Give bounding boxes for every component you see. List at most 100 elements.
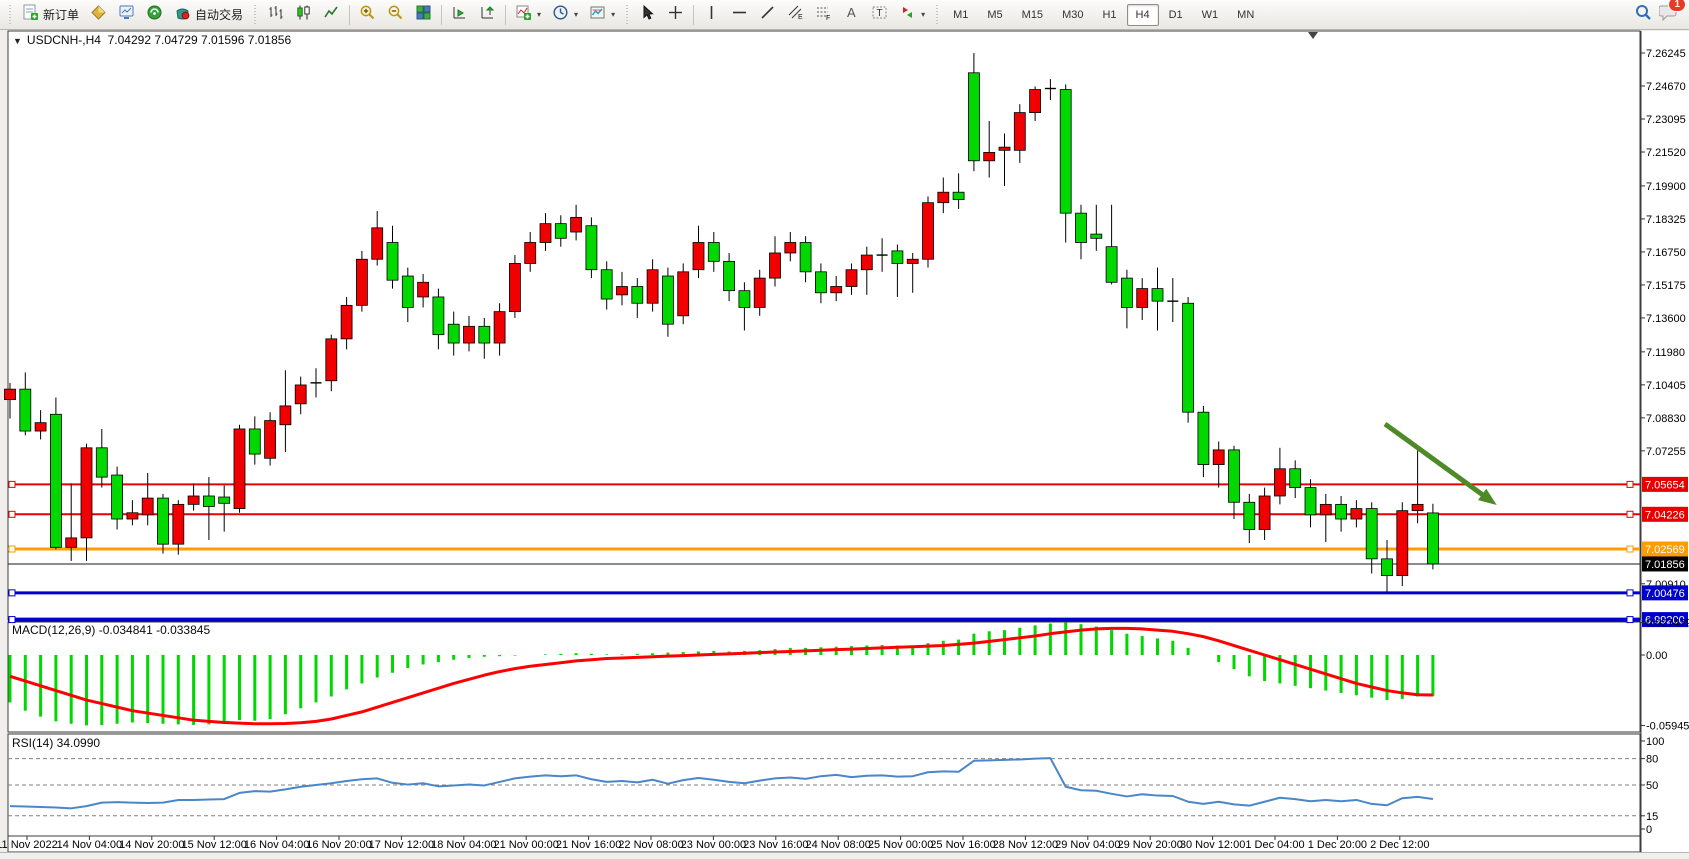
svg-text:7.00476: 7.00476 bbox=[1645, 588, 1685, 600]
candle-body bbox=[1091, 234, 1102, 238]
timeframe-button-M15[interactable]: M15 bbox=[1013, 4, 1052, 26]
auto-scroll-button[interactable] bbox=[474, 3, 501, 27]
timeframe-button-M30[interactable]: M30 bbox=[1053, 4, 1092, 26]
cursor-button[interactable] bbox=[634, 3, 661, 27]
candle-body bbox=[984, 152, 995, 160]
svg-text:24 Nov 08:00: 24 Nov 08:00 bbox=[805, 839, 870, 851]
line-handle[interactable] bbox=[1627, 511, 1633, 517]
candle-body bbox=[356, 259, 367, 305]
line-handle[interactable] bbox=[1627, 481, 1633, 487]
new-order-button[interactable]: 新订单 bbox=[17, 3, 84, 27]
timeframe-button-W1[interactable]: W1 bbox=[1193, 4, 1228, 26]
candle-body bbox=[861, 255, 872, 270]
line-handle[interactable] bbox=[1627, 590, 1633, 596]
new-order-icon bbox=[22, 4, 39, 26]
line-handle[interactable] bbox=[9, 546, 15, 552]
candlestick-chart-button[interactable] bbox=[290, 3, 317, 27]
arrows-button[interactable]: ▾ bbox=[894, 3, 930, 27]
timeframe-button-MN[interactable]: MN bbox=[1228, 4, 1263, 26]
toolbar-grip[interactable] bbox=[252, 5, 258, 25]
svg-text:7.23095: 7.23095 bbox=[1646, 114, 1686, 126]
candle-body bbox=[66, 538, 77, 547]
chart-canvas[interactable]: 7.262457.246707.230957.215207.199007.183… bbox=[0, 0, 1689, 859]
toolbar-grip[interactable] bbox=[934, 5, 940, 25]
chart-shift-icon bbox=[451, 4, 468, 26]
horizontal-line-button[interactable] bbox=[726, 3, 753, 27]
candle-body bbox=[724, 261, 735, 290]
time-axis[interactable]: 11 Nov 202214 Nov 04:0014 Nov 20:0015 No… bbox=[0, 836, 1429, 851]
timeframe-button-H4[interactable]: H4 bbox=[1127, 4, 1159, 26]
candle-body bbox=[1198, 412, 1209, 464]
candle-body bbox=[280, 406, 291, 425]
zoom-in-button[interactable] bbox=[354, 3, 381, 27]
price-badge: 7.04226 bbox=[1642, 507, 1688, 522]
svg-text:7.24670: 7.24670 bbox=[1646, 81, 1686, 93]
periods-button[interactable]: ▾ bbox=[547, 3, 583, 27]
search-icon[interactable] bbox=[1634, 3, 1653, 27]
bar-chart-icon bbox=[267, 4, 284, 26]
text-button[interactable]: A bbox=[838, 3, 865, 27]
zoom-out-button[interactable] bbox=[382, 3, 409, 27]
candle-body bbox=[846, 270, 857, 287]
crosshair-button[interactable] bbox=[662, 3, 689, 27]
timeframe-button-M5[interactable]: M5 bbox=[978, 4, 1011, 26]
timeframe-group: M1M5M15M30H1H4D1W1MN bbox=[944, 4, 1263, 26]
line-chart-icon bbox=[323, 4, 340, 26]
price-badge: 7.00476 bbox=[1642, 585, 1688, 600]
crosshair-icon bbox=[667, 4, 684, 26]
tile-windows-icon bbox=[415, 4, 432, 26]
chart-shift-button[interactable] bbox=[446, 3, 473, 27]
svg-text:16 Nov 04:00: 16 Nov 04:00 bbox=[244, 839, 309, 851]
main-pane[interactable] bbox=[8, 31, 1640, 620]
tile-windows-button[interactable] bbox=[410, 3, 437, 27]
candle-body bbox=[1351, 509, 1362, 519]
equidistant-channel-button[interactable]: E bbox=[782, 3, 809, 27]
timeframe-button-H1[interactable]: H1 bbox=[1093, 4, 1125, 26]
navigator-button[interactable] bbox=[141, 3, 168, 27]
candle-body bbox=[295, 385, 306, 404]
auto-scroll-icon bbox=[479, 4, 496, 26]
bar-chart-button[interactable] bbox=[262, 3, 289, 27]
collapse-caret-icon[interactable]: ▼ bbox=[13, 36, 22, 46]
text-label-button[interactable]: T bbox=[866, 3, 893, 27]
toolbar-right: 1 bbox=[1634, 3, 1685, 27]
notification-badge: 1 bbox=[1668, 0, 1686, 12]
macd-pane[interactable] bbox=[8, 622, 1640, 732]
line-handle[interactable] bbox=[9, 590, 15, 596]
svg-text:25 Nov 00:00: 25 Nov 00:00 bbox=[868, 839, 933, 851]
fibonacci-button[interactable]: F bbox=[810, 3, 837, 27]
toolbar-grip[interactable] bbox=[624, 5, 630, 25]
line-handle[interactable] bbox=[1627, 617, 1633, 623]
svg-text:7.01856: 7.01856 bbox=[1645, 559, 1685, 571]
trend-line-button[interactable] bbox=[754, 3, 781, 27]
candle-body bbox=[1106, 247, 1117, 283]
candle-body bbox=[158, 498, 169, 544]
line-handle[interactable] bbox=[9, 617, 15, 623]
templates-button[interactable]: ▾ bbox=[584, 3, 620, 27]
line-handle[interactable] bbox=[1627, 546, 1633, 552]
vertical-line-button[interactable] bbox=[698, 3, 725, 27]
svg-text:17 Nov 12:00: 17 Nov 12:00 bbox=[369, 839, 434, 851]
candle-body bbox=[1427, 513, 1438, 564]
market-watch-button[interactable] bbox=[113, 3, 140, 27]
candle-body bbox=[708, 242, 719, 261]
line-handle[interactable] bbox=[9, 511, 15, 517]
toolbar-grip[interactable] bbox=[7, 5, 13, 25]
svg-text:0.027479: 0.027479 bbox=[1646, 617, 1689, 629]
svg-text:100: 100 bbox=[1646, 736, 1664, 748]
line-handle[interactable] bbox=[9, 481, 15, 487]
autotrade-button[interactable]: 自动交易 bbox=[169, 3, 248, 27]
candle-body bbox=[647, 270, 658, 304]
svg-text:0: 0 bbox=[1646, 824, 1652, 836]
timeframe-button-M1[interactable]: M1 bbox=[944, 4, 977, 26]
svg-text:E: E bbox=[798, 14, 803, 21]
line-chart-button[interactable] bbox=[318, 3, 345, 27]
timeframe-button-D1[interactable]: D1 bbox=[1160, 4, 1192, 26]
text-icon: A bbox=[843, 4, 860, 26]
add-indicator-button[interactable]: ▾ bbox=[510, 3, 546, 27]
svg-text:2 Dec 12:00: 2 Dec 12:00 bbox=[1370, 839, 1429, 851]
editor-button[interactable] bbox=[85, 3, 112, 27]
rsi-indicator-label: RSI(14) 34.0990 bbox=[12, 736, 100, 750]
svg-text:23 Nov 00:00: 23 Nov 00:00 bbox=[681, 839, 746, 851]
notifications-icon[interactable]: 1 bbox=[1659, 3, 1679, 26]
